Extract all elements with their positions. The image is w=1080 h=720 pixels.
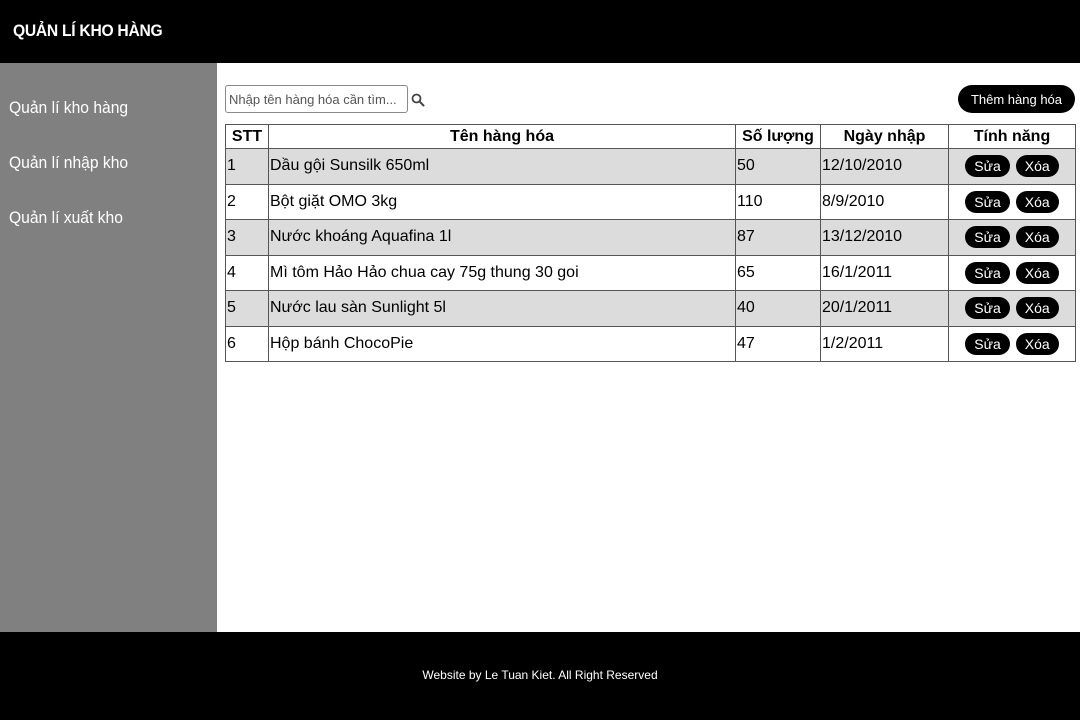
column-header-quantity[interactable]: Số lượng xyxy=(735,124,821,149)
cell-stt: 2 xyxy=(225,183,269,220)
sidebar-item-import[interactable]: Quản lí nhập kho xyxy=(9,153,128,173)
cell-quantity: 87 xyxy=(735,219,821,256)
sidebar: Quản lí kho hàng Quản lí nhập kho Quản l… xyxy=(0,63,217,632)
header-bar: QUẢN LÍ KHO HÀNG xyxy=(0,0,1080,63)
table-header-row: STT Tên hàng hóa Số lượng Ngày nhập Tính… xyxy=(225,124,1076,149)
column-header-stt[interactable]: STT xyxy=(225,124,269,149)
cell-stt: 6 xyxy=(225,325,269,362)
cell-stt: 4 xyxy=(225,254,269,291)
cell-date: 8/9/2010 xyxy=(820,183,949,220)
column-header-name[interactable]: Tên hàng hóa xyxy=(268,124,736,149)
cell-name: Nước lau sàn Sunlight 5l xyxy=(268,290,736,327)
cell-date: 16/1/2011 xyxy=(820,254,949,291)
cell-quantity: 65 xyxy=(735,254,821,291)
cell-date: 13/12/2010 xyxy=(820,219,949,256)
table-row: 4 Mì tôm Hảo Hảo chua cay 75g thung 30 g… xyxy=(225,254,1076,291)
app-title: QUẢN LÍ KHO HÀNG xyxy=(13,21,163,40)
cell-quantity: 47 xyxy=(735,325,821,362)
inventory-table: STT Tên hàng hóa Số lượng Ngày nhập Tính… xyxy=(225,124,1076,362)
cell-actions: Sửa Xóa xyxy=(948,148,1076,185)
cell-date: 12/10/2010 xyxy=(820,148,949,185)
cell-stt: 5 xyxy=(225,290,269,327)
delete-button[interactable]: Xóa xyxy=(1015,155,1059,178)
cell-date: 1/2/2011 xyxy=(820,325,949,362)
search-input[interactable] xyxy=(225,85,408,113)
cell-stt: 1 xyxy=(225,148,269,185)
delete-button[interactable]: Xóa xyxy=(1015,332,1059,355)
add-item-button[interactable]: Thêm hàng hóa xyxy=(958,85,1075,113)
column-header-date[interactable]: Ngày nhập xyxy=(820,124,949,149)
cell-date: 20/1/2011 xyxy=(820,290,949,327)
table-row: 1 Dầu gội Sunsilk 650ml 50 12/10/2010 Sử… xyxy=(225,148,1076,185)
search-icon[interactable] xyxy=(411,93,425,107)
table-row: 6 Hộp bánh ChocoPie 47 1/2/2011 Sửa Xóa xyxy=(225,325,1076,362)
footer-bar: Website by Le Tuan Kiet. All Right Reser… xyxy=(0,632,1080,720)
cell-name: Mì tôm Hảo Hảo chua cay 75g thung 30 goi xyxy=(268,254,736,291)
edit-button[interactable]: Sửa xyxy=(965,261,1010,284)
edit-button[interactable]: Sửa xyxy=(965,155,1010,178)
cell-stt: 3 xyxy=(225,219,269,256)
edit-button[interactable]: Sửa xyxy=(965,332,1010,355)
table-row: 3 Nước khoáng Aquafina 1l 87 13/12/2010 … xyxy=(225,219,1076,256)
delete-button[interactable]: Xóa xyxy=(1015,190,1059,213)
delete-button[interactable]: Xóa xyxy=(1015,297,1059,320)
table-row: 2 Bột giặt OMO 3kg 110 8/9/2010 Sửa Xóa xyxy=(225,183,1076,220)
cell-name: Nước khoáng Aquafina 1l xyxy=(268,219,736,256)
cell-actions: Sửa Xóa xyxy=(948,183,1076,220)
cell-name: Dầu gội Sunsilk 650ml xyxy=(268,148,736,185)
cell-actions: Sửa Xóa xyxy=(948,254,1076,291)
footer-copyright: Website by Le Tuan Kiet. All Right Reser… xyxy=(422,668,658,682)
cell-actions: Sửa Xóa xyxy=(948,219,1076,256)
sidebar-item-export[interactable]: Quản lí xuất kho xyxy=(9,208,123,228)
cell-quantity: 110 xyxy=(735,183,821,220)
cell-actions: Sửa Xóa xyxy=(948,290,1076,327)
column-header-actions: Tính năng xyxy=(948,124,1076,149)
cell-name: Hộp bánh ChocoPie xyxy=(268,325,736,362)
edit-button[interactable]: Sửa xyxy=(965,226,1010,249)
table-row: 5 Nước lau sàn Sunlight 5l 40 20/1/2011 … xyxy=(225,290,1076,327)
cell-quantity: 50 xyxy=(735,148,821,185)
main-content: Thêm hàng hóa STT Tên hàng hóa Số lượng … xyxy=(217,63,1080,632)
cell-actions: Sửa Xóa xyxy=(948,325,1076,362)
delete-button[interactable]: Xóa xyxy=(1015,261,1059,284)
edit-button[interactable]: Sửa xyxy=(965,297,1010,320)
sidebar-item-warehouse[interactable]: Quản lí kho hàng xyxy=(9,98,128,118)
edit-button[interactable]: Sửa xyxy=(965,190,1010,213)
delete-button[interactable]: Xóa xyxy=(1015,226,1059,249)
cell-name: Bột giặt OMO 3kg xyxy=(268,183,736,220)
cell-quantity: 40 xyxy=(735,290,821,327)
